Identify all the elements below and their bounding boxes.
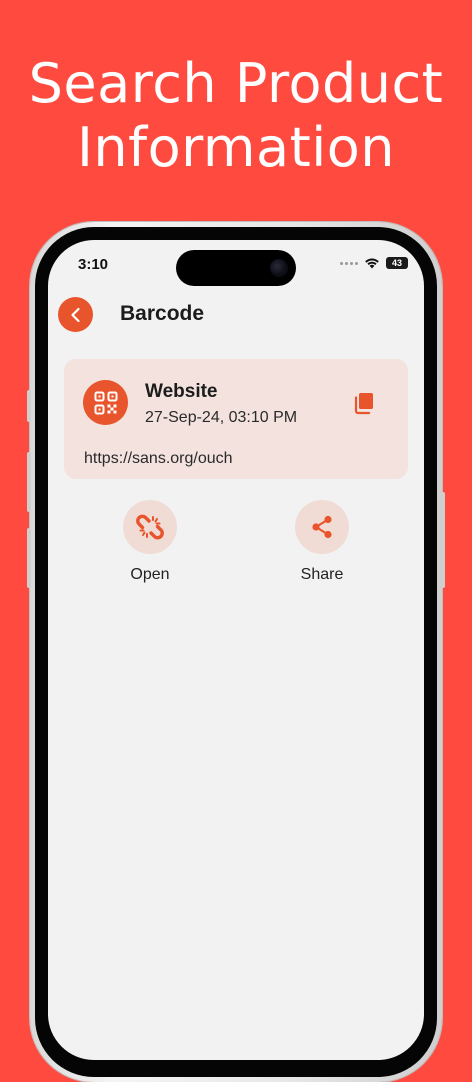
share-action[interactable]: Share xyxy=(272,500,372,584)
open-action[interactable]: Open xyxy=(100,500,200,584)
app-screen: 3:10 43 Barcode Website 27-Sep-24, 03:10… xyxy=(48,240,424,1060)
qr-code-badge xyxy=(83,380,128,425)
open-button[interactable] xyxy=(123,500,177,554)
phone-power-button xyxy=(441,492,445,588)
dynamic-island xyxy=(176,250,296,286)
share-label: Share xyxy=(300,566,344,583)
phone-volume-down-button xyxy=(27,528,31,588)
battery-icon: 43 xyxy=(386,257,408,269)
promo-headline: Search Product Information xyxy=(0,52,472,180)
broken-link-icon xyxy=(136,514,164,540)
phone-volume-up-button xyxy=(27,452,31,512)
phone-action-button xyxy=(27,390,31,422)
promo-line-1: Search Product xyxy=(28,52,444,115)
promo-line-2: Information xyxy=(76,116,396,179)
open-label: Open xyxy=(130,566,170,583)
status-indicators: 43 xyxy=(340,257,408,269)
copy-icon xyxy=(354,393,373,415)
front-camera xyxy=(270,259,288,277)
status-time: 3:10 xyxy=(78,256,109,273)
result-datetime: 27-Sep-24, 03:10 PM xyxy=(145,409,298,426)
chevron-left-icon xyxy=(70,307,80,322)
back-button[interactable] xyxy=(58,297,93,332)
page-title: Barcode xyxy=(120,302,205,325)
wifi-icon xyxy=(365,258,379,269)
result-url: https://sans.org/ouch xyxy=(84,450,233,467)
share-icon xyxy=(312,515,332,539)
barcode-result-card: Website 27-Sep-24, 03:10 PM https://sans… xyxy=(64,359,408,479)
cellular-signal-icon xyxy=(340,261,358,265)
result-type-label: Website xyxy=(145,381,218,402)
share-button[interactable] xyxy=(295,500,349,554)
copy-button[interactable] xyxy=(352,391,376,415)
qr-code-icon xyxy=(94,391,117,414)
